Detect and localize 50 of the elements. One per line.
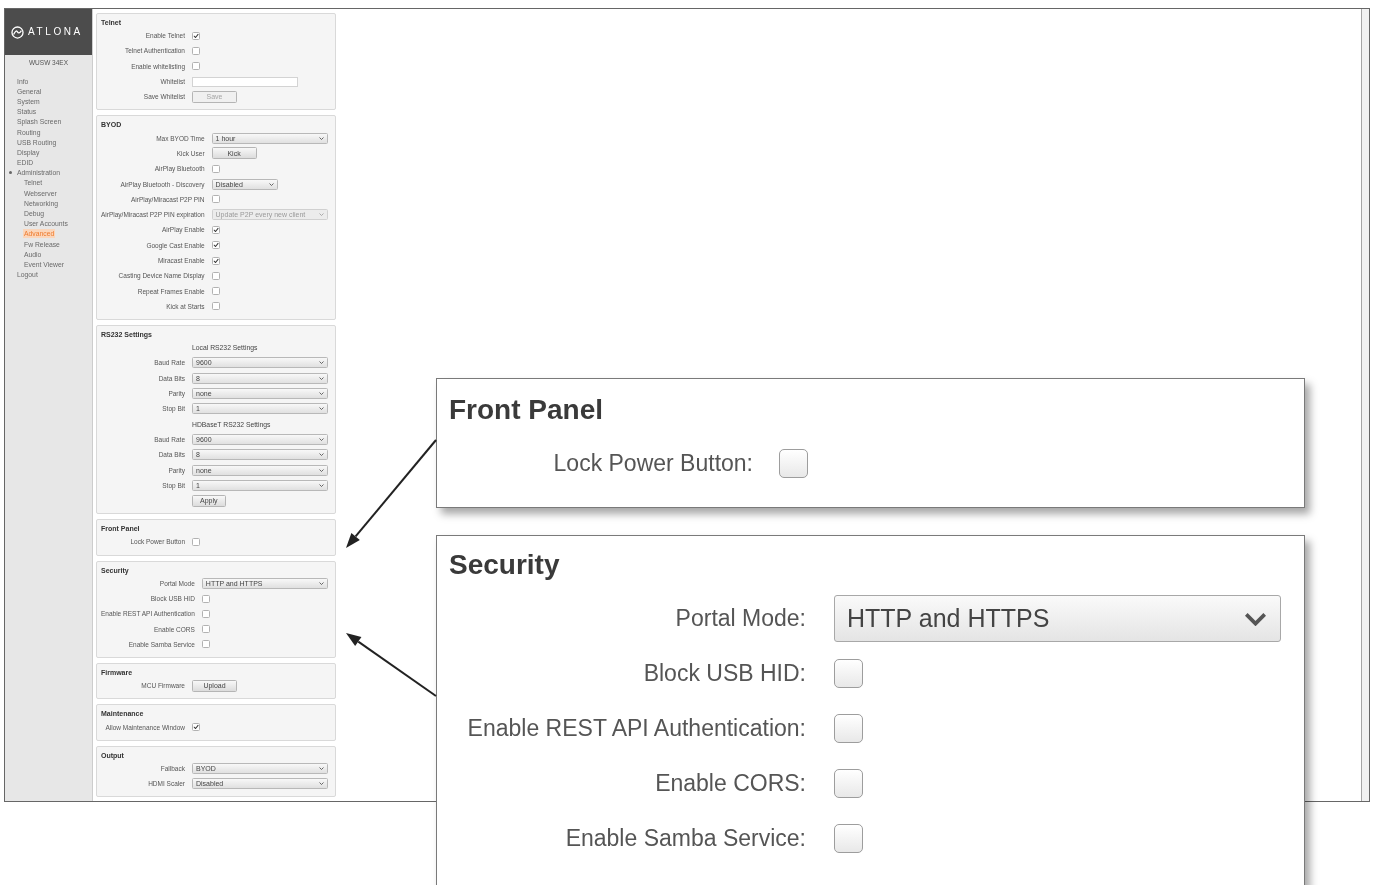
checkbox[interactable] — [201, 594, 210, 603]
caret-icon — [1244, 611, 1267, 626]
caret-icon — [319, 437, 324, 441]
caret-icon — [319, 453, 324, 457]
caret-icon — [319, 782, 324, 786]
checkbox[interactable] — [192, 723, 200, 732]
field-label: Enable REST API Authentication: — [467, 715, 806, 742]
checkbox[interactable] — [834, 714, 863, 743]
checkbox[interactable] — [192, 31, 200, 40]
checkbox[interactable] — [834, 659, 863, 688]
checkbox[interactable] — [834, 824, 863, 853]
caret-icon — [268, 182, 274, 186]
field-label: Portal Mode: — [675, 605, 806, 632]
checkbox[interactable] — [192, 537, 200, 546]
caret-icon — [319, 361, 324, 365]
checkbox[interactable] — [211, 287, 220, 296]
checkbox[interactable] — [211, 256, 220, 265]
caret-icon — [319, 392, 324, 396]
caret-icon — [319, 213, 324, 217]
callout-title: Front Panel — [449, 394, 603, 425]
scrollbar[interactable] — [1361, 9, 1369, 801]
field-label: Lock Power Button: — [553, 450, 753, 477]
logo-wordmark: ATLONA — [28, 26, 83, 38]
checkbox[interactable] — [211, 195, 220, 204]
caret-icon — [319, 376, 324, 380]
checkbox[interactable] — [201, 625, 210, 634]
caret-icon — [319, 766, 324, 770]
callout-title: Security — [449, 549, 560, 580]
caret-icon — [319, 136, 324, 140]
checkbox[interactable] — [211, 225, 220, 234]
text-input[interactable] — [192, 76, 298, 87]
checkbox[interactable] — [211, 241, 220, 250]
field-label: Enable Samba Service: — [565, 825, 806, 852]
field-label: Block USB HID: — [643, 660, 806, 687]
checkbox[interactable] — [211, 302, 220, 311]
checkbox[interactable] — [192, 62, 200, 71]
caret-icon — [319, 468, 324, 472]
caret-icon — [319, 483, 324, 487]
checkbox[interactable] — [834, 769, 863, 798]
field-label: Enable CORS: — [655, 770, 806, 797]
caret-icon — [319, 581, 324, 585]
checkbox[interactable] — [779, 449, 808, 478]
caret-icon — [319, 407, 324, 411]
logo-icon — [11, 25, 24, 39]
checkbox[interactable] — [201, 609, 210, 618]
checkbox[interactable] — [211, 271, 220, 280]
dropdown[interactable]: HTTP and HTTPS — [834, 595, 1281, 642]
checkbox[interactable] — [201, 640, 210, 649]
checkbox[interactable] — [192, 46, 200, 55]
checkbox[interactable] — [211, 164, 220, 173]
